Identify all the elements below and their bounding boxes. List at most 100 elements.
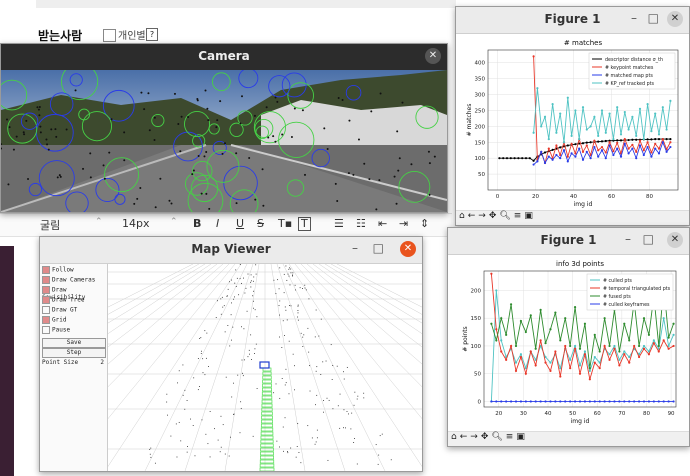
home-icon[interactable]: ⌂ — [451, 432, 457, 442]
legend-entry: descriptor distance σ_th — [605, 57, 663, 63]
map-viewer-titlebar[interactable]: Map Viewer – □ ✕ — [40, 237, 422, 264]
checkbox[interactable] — [42, 286, 50, 294]
home-icon[interactable]: ⌂ — [459, 211, 465, 221]
data-point — [517, 157, 520, 160]
close-icon[interactable]: ✕ — [667, 232, 683, 248]
map-control-label: Follow — [52, 266, 74, 274]
save-icon[interactable]: ▣ — [524, 211, 533, 221]
outdent-icon[interactable]: ⇤ — [378, 217, 387, 230]
back-icon[interactable]: ← — [468, 211, 476, 221]
map-point — [343, 427, 344, 429]
pan-icon[interactable]: ✥ — [481, 432, 489, 442]
feature-point — [89, 152, 92, 155]
map-control-grid[interactable]: Grid — [42, 316, 66, 325]
bold-button[interactable]: B — [193, 217, 201, 230]
close-icon[interactable]: ✕ — [400, 241, 416, 257]
checkbox[interactable] — [42, 276, 50, 284]
data-point — [650, 155, 653, 158]
map-control-draw-tree[interactable]: Draw Tree — [42, 296, 85, 305]
feature-point — [393, 175, 396, 178]
data-point — [490, 400, 493, 403]
data-point — [618, 358, 621, 361]
map-control-draw-covisibility[interactable]: Draw Covisibility — [42, 286, 107, 301]
feature-point — [58, 174, 61, 177]
bullet-list-icon[interactable]: ☷ — [356, 217, 366, 230]
data-point — [637, 400, 641, 403]
map-point — [197, 358, 199, 360]
text-format-button[interactable]: T▪ — [278, 217, 292, 230]
font-size-chevron-icon[interactable]: ⌃ — [170, 217, 178, 227]
close-icon[interactable]: ✕ — [425, 48, 441, 64]
zoom-icon[interactable]: 🔍︎ — [491, 432, 502, 442]
font-family-chevron-icon[interactable]: ⌃ — [95, 217, 103, 227]
italic-button[interactable]: I — [216, 217, 219, 230]
figure1-top-titlebar[interactable]: Figure 1 – □ ✕ — [456, 7, 689, 34]
close-icon[interactable]: ✕ — [667, 11, 683, 27]
line-height-icon[interactable]: ⇕ — [420, 217, 429, 230]
map-point — [236, 277, 238, 279]
feature-point — [395, 202, 398, 205]
save-button[interactable]: Save — [42, 338, 106, 348]
save-icon[interactable]: ▣ — [516, 432, 525, 442]
map-point — [240, 407, 242, 409]
y-tick-label: 150 — [471, 316, 482, 322]
map-control-pause[interactable]: Pause — [42, 326, 70, 335]
font-family-select[interactable]: 굴림 — [40, 217, 60, 233]
data-point — [505, 358, 508, 361]
map-point — [297, 304, 299, 306]
map-point — [237, 374, 239, 376]
back-icon[interactable]: ← — [460, 432, 468, 442]
feature-point — [7, 183, 10, 186]
feature-point — [168, 199, 171, 202]
data-point — [600, 109, 604, 112]
data-point — [642, 153, 645, 157]
strikethrough-button[interactable]: S — [257, 217, 264, 230]
map-control-draw-gt[interactable]: Draw GT — [42, 306, 77, 315]
align-left-icon[interactable]: ☰ — [334, 217, 344, 230]
forward-icon[interactable]: → — [470, 432, 478, 442]
current-camera-marker — [259, 361, 270, 369]
text-box-button[interactable]: T — [298, 217, 311, 231]
camera-titlebar[interactable]: Camera ✕ — [1, 44, 447, 71]
underline-button[interactable]: U — [236, 217, 244, 230]
data-point — [569, 400, 572, 403]
configure-icon[interactable]: ≡ — [514, 211, 522, 221]
minimize-icon[interactable]: – — [352, 241, 358, 255]
maximize-icon[interactable]: □ — [643, 232, 654, 246]
figure1-bottom-titlebar[interactable]: Figure 1 – □ ✕ — [448, 228, 689, 255]
font-size-select[interactable]: 14px — [122, 217, 150, 230]
maximize-icon[interactable]: □ — [648, 11, 659, 25]
data-point — [581, 158, 585, 161]
step-button[interactable]: Step — [42, 348, 106, 358]
map-point — [323, 400, 325, 402]
checkbox[interactable] — [42, 306, 50, 314]
map-point — [227, 325, 229, 326]
configure-icon[interactable]: ≡ — [506, 432, 514, 442]
data-point — [646, 141, 649, 144]
map-point — [287, 451, 289, 452]
minimize-icon[interactable]: – — [625, 232, 631, 246]
forward-icon[interactable]: → — [478, 211, 486, 221]
map-3d-view[interactable] — [108, 264, 422, 471]
checkbox[interactable] — [42, 296, 50, 304]
map-control-draw-cameras[interactable]: Draw Cameras — [42, 276, 95, 285]
map-control-follow[interactable]: Follow — [42, 266, 74, 275]
data-point — [559, 400, 562, 403]
y-tick-label: 50 — [474, 372, 481, 378]
checkbox[interactable] — [42, 326, 50, 334]
individual-checkbox[interactable] — [103, 29, 116, 42]
checkbox[interactable] — [42, 266, 50, 274]
maximize-icon[interactable]: □ — [373, 241, 384, 255]
minimize-icon[interactable]: – — [631, 11, 637, 25]
feature-point — [248, 157, 251, 160]
map-point — [180, 440, 182, 442]
data-point — [635, 157, 638, 160]
checkbox[interactable] — [42, 316, 50, 324]
point-size-field[interactable]: Point Size 2 — [42, 359, 104, 368]
indent-icon[interactable]: ⇥ — [399, 217, 408, 230]
map-point — [304, 287, 306, 289]
zoom-icon[interactable]: 🔍︎ — [499, 211, 510, 221]
pan-icon[interactable]: ✥ — [489, 211, 497, 221]
map-point — [154, 462, 156, 464]
help-icon[interactable]: ? — [146, 28, 158, 41]
